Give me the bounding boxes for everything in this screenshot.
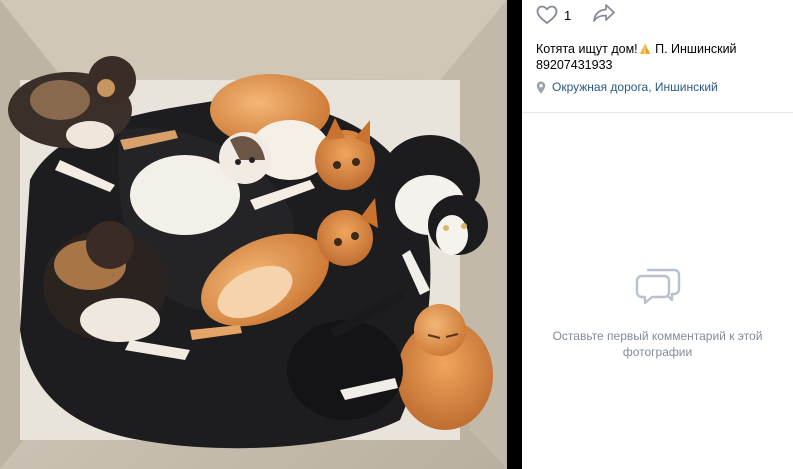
comments-empty-text: Оставьте первый комментарий к этой фотог… xyxy=(552,329,763,359)
share-button[interactable] xyxy=(592,3,616,28)
caption-text: Котята ищут дом! xyxy=(536,42,638,56)
map-pin-icon xyxy=(536,81,546,93)
folded-hands-icon xyxy=(638,42,652,55)
post-actions: 1 xyxy=(536,3,616,28)
photo-sidebar: 1 Котята ищут дом! П. Иншинский 89207431… xyxy=(522,0,793,469)
caption-phone: 89207431933 xyxy=(536,57,613,72)
post-caption: Котята ищут дом! П. Иншинский 8920743193… xyxy=(536,42,786,73)
location-text: Окружная дорога, Иншинский xyxy=(552,80,718,94)
share-arrow-icon xyxy=(593,3,616,22)
caption-author: П. Иншинский xyxy=(651,42,737,56)
divider xyxy=(522,112,793,113)
photo-viewer xyxy=(0,0,522,469)
like-button[interactable]: 1 xyxy=(536,5,571,25)
location-link[interactable]: Окружная дорога, Иншинский xyxy=(536,80,718,94)
heart-outline-icon xyxy=(536,5,558,24)
comment-bubbles-icon xyxy=(635,268,680,305)
comments-empty-state: Оставьте первый комментарий к этой фотог… xyxy=(522,262,793,360)
kittens-photo[interactable] xyxy=(0,0,507,469)
like-count: 1 xyxy=(564,7,572,23)
